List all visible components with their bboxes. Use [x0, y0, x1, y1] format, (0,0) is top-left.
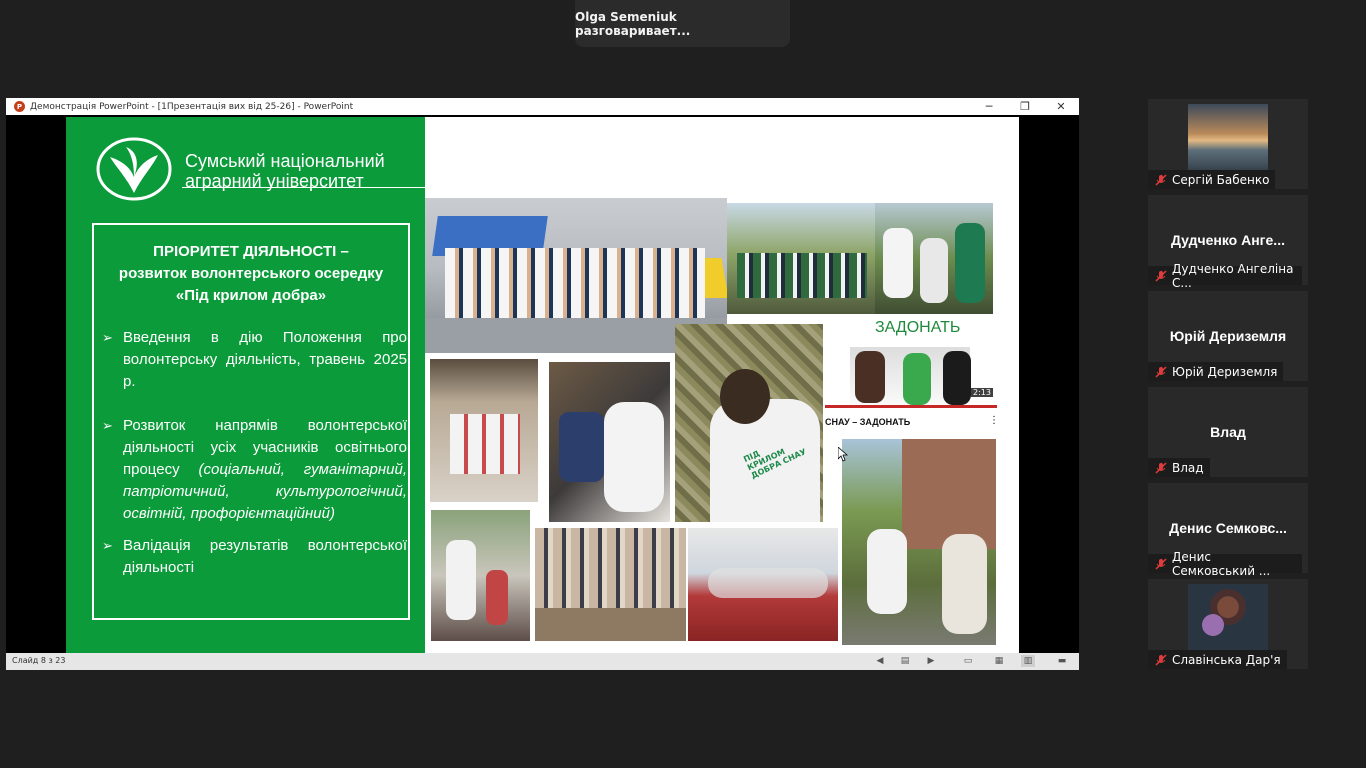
participant-label-text: Влад [1172, 460, 1204, 475]
bullet-arrow-icon: ➢ [102, 330, 113, 345]
participant-tile[interactable]: Юрій Дериземля Юрій Дериземля [1148, 291, 1308, 381]
mic-muted-icon [1155, 461, 1167, 474]
participant-label: Сергій Бабенко [1148, 170, 1276, 189]
mic-muted-icon [1155, 173, 1167, 186]
title-underline [182, 187, 425, 188]
priority-title-line1: ПРІОРИТЕТ ДІЯЛЬНОСТІ – [153, 243, 349, 260]
participant-label-text: Дудченко Ангеліна С... [1172, 261, 1294, 290]
speaking-notification-text: Olga Semeniuk разговаривает... [575, 9, 691, 38]
participant-photo [1188, 104, 1268, 170]
bullet-arrow-icon: ➢ [102, 538, 113, 553]
priority-title: ПРІОРИТЕТ ДІЯЛЬНОСТІ – розвиток волонтер… [94, 241, 408, 307]
window-titlebar[interactable]: P Демонстрація PowerPoint - [1Презентаці… [6, 98, 1079, 115]
participant-name: Денис Семковс... [1169, 520, 1287, 536]
bullet-item: ➢ Розвиток напрямів волонтерської діяльн… [102, 415, 407, 525]
participant-label: Денис Семковський ... [1148, 550, 1302, 578]
bullet-item: ➢ Валідація результатів волонтерської ді… [102, 535, 407, 579]
school-visit-photo [431, 510, 530, 641]
participant-photo [1188, 584, 1268, 650]
window-title: Демонстрація PowerPoint - [1Презентація … [30, 101, 354, 112]
minimize-button[interactable]: ─ [971, 98, 1007, 115]
video-duration: 2:13 [971, 388, 993, 397]
participant-label: Дудченко Ангеліна С... [1148, 262, 1302, 290]
more-options-icon[interactable]: ⋮ [989, 415, 997, 426]
minimize-icon: ─ [985, 100, 993, 113]
participant-tile[interactable]: Денис Семковс... Денис Семковський ... [1148, 483, 1308, 578]
participant-label: Юрій Дериземля [1148, 362, 1284, 381]
speaking-notification: Olga Semeniuk разговаривает... [575, 0, 790, 47]
mic-muted-icon [1155, 653, 1167, 666]
children-group-photo [535, 528, 686, 641]
volunteers-photo [875, 203, 993, 314]
slide-menu-icon[interactable]: ▤ [898, 655, 912, 667]
outdoor-group-photo [727, 203, 875, 314]
bullet-arrow-icon: ➢ [102, 418, 113, 433]
blood-donation-photo [688, 528, 838, 641]
slide-green-panel: Сумський національний аграрний університ… [66, 117, 425, 653]
participant-label-text: Юрій Дериземля [1172, 364, 1278, 379]
slide-sorter-icon[interactable]: ▦ [992, 655, 1006, 667]
slideshow-icon[interactable]: ▬ [1055, 655, 1069, 667]
participant-tile[interactable]: Славінська Дар'я [1148, 579, 1308, 669]
participant-label-text: Славінська Дар'я [1172, 652, 1281, 667]
participant-label-text: Денис Семковський ... [1172, 549, 1271, 578]
mouse-cursor-icon [838, 447, 848, 462]
next-slide-icon[interactable]: ▶ [924, 655, 938, 667]
slide-counter: Слайд 8 з 23 [12, 656, 66, 665]
reading-view-icon[interactable]: ▥ [1021, 655, 1035, 667]
donation-photo [430, 359, 538, 502]
bullet-text: Валідація результатів волонтерської діял… [123, 537, 407, 576]
participant-label: Влад [1148, 458, 1210, 477]
previous-slide-icon[interactable]: ◀ [873, 655, 887, 667]
participant-name: Дудченко Анге... [1171, 232, 1285, 248]
video-banner-text: ЗАДОНАТЬ [875, 319, 961, 336]
cleanup-photo [842, 439, 996, 645]
participant-name: Влад [1210, 424, 1246, 440]
participant-tile[interactable]: Дудченко Анге... Дудченко Ангеліна С... [1148, 195, 1308, 290]
normal-view-icon[interactable]: ▭ [961, 655, 975, 667]
restore-icon: ❐ [1020, 100, 1030, 113]
children-activity-photo [549, 362, 670, 522]
camouflage-net-photo: ПІД КРИЛОМ ДОБРА СНАУ [675, 324, 823, 522]
university-name-line2: аграрний університет [185, 171, 364, 191]
university-name-line1: Сумський національний [185, 151, 385, 171]
presentation-slide[interactable]: Сумський національний аграрний університ… [66, 117, 1019, 653]
video-caption: СНАУ – ЗАДОНАТЬ [825, 417, 911, 427]
university-name: Сумський національний аграрний університ… [185, 151, 385, 191]
priority-title-line3: «Під крилом добра» [175, 287, 327, 304]
priority-title-line2: розвиток волонтерського осередку [118, 265, 384, 282]
restore-button[interactable]: ❐ [1007, 98, 1043, 115]
close-icon: ✕ [1056, 100, 1066, 113]
powerpoint-window: P Демонстрація PowerPoint - [1Презентаці… [6, 98, 1079, 670]
mic-muted-icon [1155, 365, 1167, 378]
bullet-item: ➢ Введення в дію Положення про волонтерс… [102, 327, 407, 393]
participant-tile[interactable]: Влад Влад [1148, 387, 1308, 477]
status-bar: Слайд 8 з 23 ◀ ▤ ▶ ▭ ▦ ▥ ▬ [6, 653, 1079, 670]
priority-box: ПРІОРИТЕТ ДІЯЛЬНОСТІ – розвиток волонтер… [92, 223, 410, 620]
mic-muted-icon [1155, 269, 1167, 282]
university-logo [96, 137, 172, 201]
participant-name: Юрій Дериземля [1169, 328, 1287, 344]
participant-label-text: Сергій Бабенко [1172, 172, 1270, 187]
bullet-text: Введення в дію Положення про волонтерськ… [123, 329, 407, 390]
video-thumbnail[interactable]: ЗАДОНАТЬ 2:13 СНАУ – ЗАДОНАТЬ ⋮ [825, 315, 997, 430]
close-button[interactable]: ✕ [1043, 98, 1079, 115]
participant-tile[interactable]: Сергій Бабенко [1148, 99, 1308, 189]
mic-muted-icon [1155, 557, 1167, 570]
participant-label: Славінська Дар'я [1148, 650, 1287, 669]
powerpoint-app-icon: P [14, 101, 25, 112]
